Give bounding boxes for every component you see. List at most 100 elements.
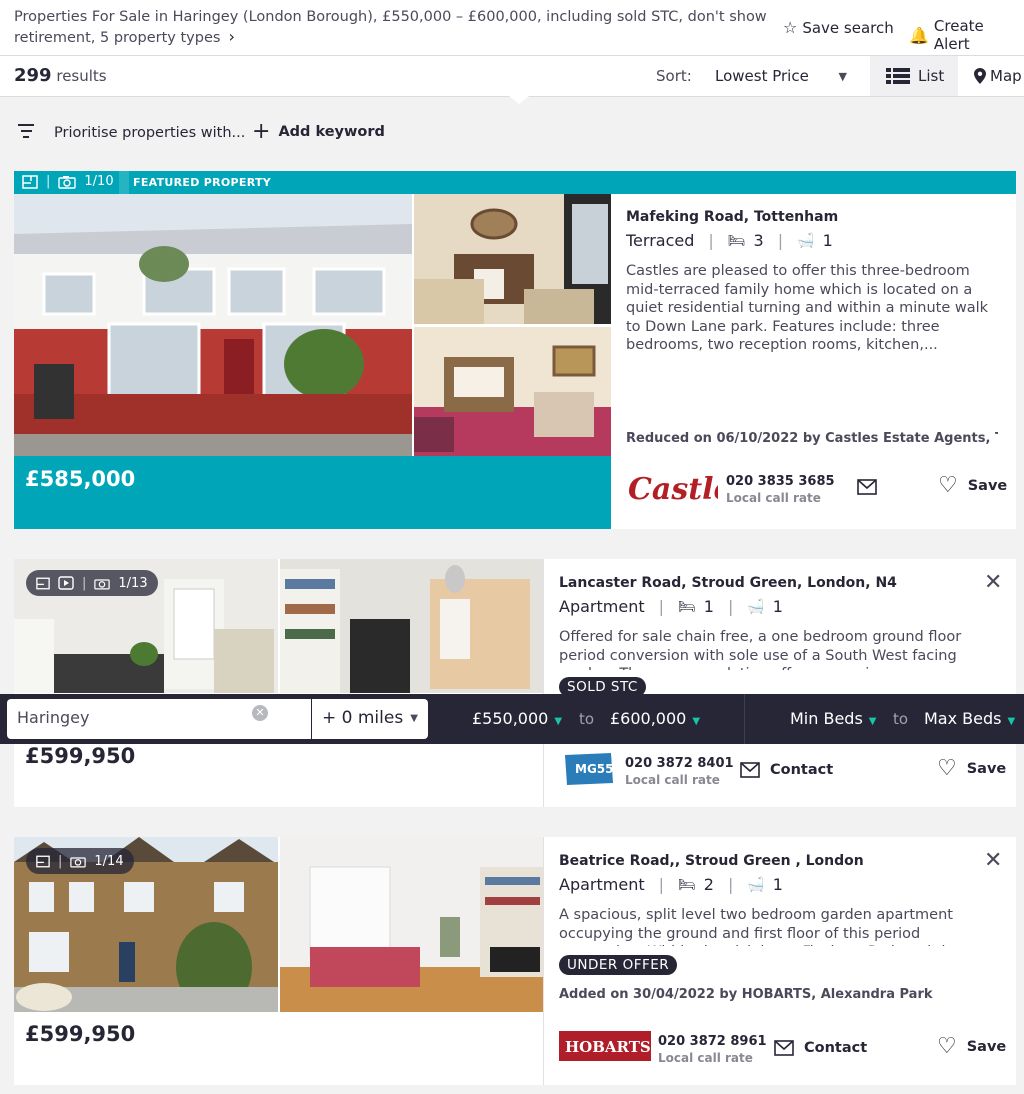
list-view-label: List <box>918 67 945 85</box>
contact-label: Contact <box>804 1040 868 1056</box>
create-alert-label: Create Alert <box>933 17 984 53</box>
plus-icon: + <box>252 119 271 144</box>
agent-phone-number[interactable]: 020 3835 3685 <box>726 474 835 489</box>
contact-agent-button[interactable]: Contact <box>740 762 833 778</box>
sort-label: Sort: <box>656 67 692 85</box>
camera-icon <box>94 578 111 589</box>
save-label: Save <box>967 478 1008 494</box>
featured-label: FEATURED PROPERTY <box>133 176 272 189</box>
create-alert-button[interactable]: 🔔 Create Alert <box>909 17 1024 53</box>
results-number: 299 <box>14 65 52 86</box>
min-beds-select[interactable]: Min Beds ▼ <box>790 709 877 728</box>
listing-details[interactable]: Beatrice Road,, Stroud Green , London Ap… <box>559 853 999 946</box>
max-beds-select[interactable]: Max Beds ▼ <box>924 709 1015 728</box>
envelope-icon <box>774 1040 794 1056</box>
contact-label: Contact <box>770 762 834 778</box>
listing-details[interactable]: Lancaster Road, Stroud Green, London, N4… <box>559 575 999 670</box>
featured-banner: | 1/10 FEATURED PROPERTY <box>14 171 1016 194</box>
property-info: Apartment | 🛏 2 | 🛁 1 <box>559 875 783 894</box>
save-property-button[interactable]: ♡ Save <box>937 758 1006 780</box>
breadcrumb-text[interactable]: Properties For Sale in Haringey (London … <box>14 9 767 46</box>
agent-logo[interactable]: HOBARTS <box>559 1031 651 1061</box>
listing-address[interactable]: Mafeking Road, Tottenham <box>626 209 1004 225</box>
property-card-featured[interactable]: | 1/10 FEATURED PROPERTY £585,000 Mafeki… <box>14 171 1016 529</box>
sort-select[interactable]: Lowest Price ▼ <box>715 67 847 85</box>
sticky-search-bar: Haringey ✕ + 0 miles ▼ £550,000 ▼ to £600… <box>0 694 1024 744</box>
max-beds-value: Max Beds <box>924 709 1002 728</box>
agent-logo-text: Castles <box>628 472 718 507</box>
max-price-value: £600,000 <box>610 709 687 728</box>
list-view-tab[interactable]: List <box>870 56 958 96</box>
agent-phone-number[interactable]: 020 3872 8401 <box>625 756 734 771</box>
map-pin-icon <box>974 68 986 84</box>
main-photo[interactable] <box>14 194 412 456</box>
location-input[interactable]: Haringey <box>7 699 311 739</box>
map-view-tab[interactable]: Map <box>958 56 1024 96</box>
property-card[interactable]: | 1/13 £599,950 Lancaster Road, Stroud G… <box>14 559 1016 807</box>
hide-listing-close-icon[interactable]: ✕ <box>984 850 1002 872</box>
contact-agent-button[interactable]: Contact <box>774 1040 867 1056</box>
bell-icon: 🔔 <box>909 25 929 45</box>
envelope-icon <box>740 762 760 778</box>
save-property-button[interactable]: ♡ Save <box>938 473 1008 498</box>
listing-added-date: Reduced on 06/10/2022 by Castles Estate … <box>626 431 998 446</box>
save-search-label: Save search <box>802 18 894 37</box>
prioritise-button[interactable]: Prioritise properties with... <box>54 125 245 141</box>
add-keyword-button[interactable]: + Add keyword <box>252 119 385 144</box>
map-view-label: Map <box>990 67 1022 85</box>
listing-price[interactable]: £599,950 <box>25 744 135 768</box>
call-rate: Local call rate <box>726 491 821 505</box>
save-label: Save <box>966 1039 1007 1055</box>
secondary-photo[interactable] <box>414 194 611 324</box>
photo-indicators: | 1/14 <box>26 848 134 874</box>
agent-phone[interactable]: 020 3872 8961 Local call rate <box>658 1034 767 1065</box>
max-price-select[interactable]: £600,000 ▼ <box>610 709 700 728</box>
min-price-value: £550,000 <box>472 709 549 728</box>
agent-logo[interactable]: Castles <box>628 469 750 507</box>
agent-phone-number[interactable]: 020 3872 8961 <box>658 1034 767 1049</box>
sort-value: Lowest Price <box>715 67 809 85</box>
location-value: Haringey <box>17 708 90 727</box>
camera-icon <box>70 856 87 867</box>
save-property-button[interactable]: ♡ Save <box>937 1034 1007 1059</box>
filter-icon[interactable] <box>18 124 34 138</box>
search-criteria-breadcrumb[interactable]: Properties For Sale in Haringey (London … <box>14 7 774 48</box>
listing-price[interactable]: £599,950 <box>25 1022 135 1046</box>
hide-listing-close-icon[interactable]: ✕ <box>984 572 1002 594</box>
save-search-button[interactable]: ☆ Save search <box>783 18 894 37</box>
property-card[interactable]: | 1/14 £599,950 Beatrice Road,, Stroud G… <box>14 837 1016 1085</box>
star-icon: ☆ <box>783 18 798 37</box>
beds-to-label: to <box>893 710 909 728</box>
heart-icon: ♡ <box>937 1034 957 1059</box>
caret-down-icon: ▼ <box>1007 716 1016 727</box>
agent-logo[interactable]: MG55 <box>561 751 615 787</box>
bed-icon: 🛏 <box>727 232 746 249</box>
tertiary-photo[interactable] <box>414 327 611 456</box>
photo-counter: 1/10 <box>84 174 114 189</box>
bedroom-count: 2 <box>703 875 714 894</box>
video-icon <box>58 576 74 590</box>
listing-address[interactable]: Lancaster Road, Stroud Green, London, N4 <box>559 575 999 591</box>
heart-icon: ♡ <box>938 473 958 498</box>
secondary-photo[interactable] <box>280 559 544 693</box>
property-type: Apartment <box>559 597 645 616</box>
bedroom-count: 3 <box>753 231 764 250</box>
chevron-right-icon[interactable]: › <box>228 27 234 47</box>
listing-summary: A spacious, split level two bedroom gard… <box>559 907 973 946</box>
results-label: results <box>56 67 107 85</box>
radius-select[interactable]: + 0 miles ▼ <box>312 699 428 739</box>
listing-added-date: Added on 30/04/2022 by HOBARTS, Alexandr… <box>559 987 933 1002</box>
floorplan-icon <box>36 855 50 867</box>
bedroom-count: 1 <box>703 597 714 616</box>
agent-phone[interactable]: 020 3835 3685 Local call rate <box>726 474 835 505</box>
clear-location-icon[interactable]: ✕ <box>252 705 268 721</box>
radius-value: + 0 miles <box>322 708 404 728</box>
secondary-photo[interactable] <box>280 837 544 1012</box>
listing-price[interactable]: £585,000 <box>25 467 135 491</box>
agent-logo-text: MG55 <box>575 762 614 776</box>
agent-phone[interactable]: 020 3872 8401 Local call rate <box>625 756 734 787</box>
min-price-select[interactable]: £550,000 ▼ <box>472 709 562 728</box>
listing-address[interactable]: Beatrice Road,, Stroud Green , London <box>559 853 999 869</box>
email-agent-button[interactable] <box>857 479 877 499</box>
listing-details[interactable]: Mafeking Road, Tottenham Terraced | 🛏 3 … <box>626 209 1004 354</box>
